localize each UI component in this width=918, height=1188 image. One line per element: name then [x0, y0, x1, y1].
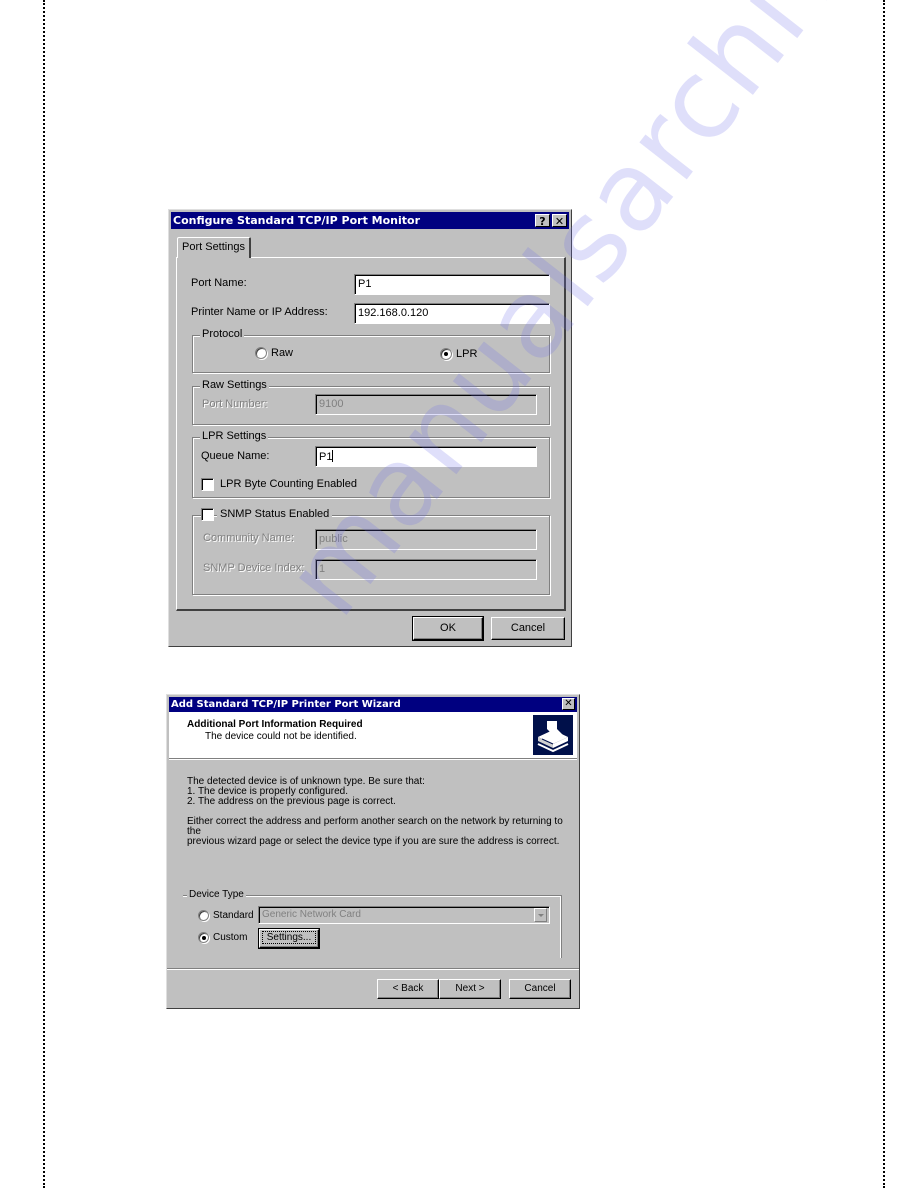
ok-label: OK [440, 622, 456, 634]
tab-port-settings[interactable]: Port Settings [177, 237, 251, 258]
close-icon: ✕ [564, 698, 573, 709]
port-number-value: 9100 [319, 398, 344, 410]
body-line: 2. The address on the previous page is c… [187, 796, 396, 807]
protocol-legend: Protocol [200, 328, 245, 340]
community-name-value: public [319, 533, 348, 545]
configure-port-dialog: Configure Standard TCP/IP Port Monitor ?… [168, 209, 572, 647]
custom-radio-label: Custom [213, 932, 248, 943]
snmp-device-index-value: 1 [319, 563, 326, 575]
snmp-status-checkbox[interactable] [201, 508, 214, 521]
wizard-header-subtitle: The device could not be identified. [205, 731, 357, 742]
help-button[interactable]: ? [535, 214, 550, 228]
chevron-down-icon[interactable] [534, 908, 547, 922]
text-cursor [332, 450, 334, 462]
cancel-label: Cancel [510, 622, 546, 634]
device-type-selected: Generic Network Card [262, 909, 361, 920]
next-button[interactable]: Next > [439, 979, 501, 999]
wizard-cancel-button[interactable]: Cancel [509, 979, 571, 999]
wizard-close-button[interactable]: ✕ [562, 698, 575, 710]
port-number-input[interactable]: 9100 [315, 394, 537, 415]
wizard-header-title: Additional Port Information Required [187, 719, 363, 730]
device-type-group: Device Type [183, 889, 562, 958]
dialog-title-bar: Configure Standard TCP/IP Port Monitor ?… [171, 212, 569, 229]
dialog-title: Configure Standard TCP/IP Port Monitor [173, 214, 421, 227]
body-line: Either correct the address and perform a… [187, 816, 563, 837]
queue-name-label: Queue Name: [201, 450, 270, 462]
add-port-wizard-dialog: Add Standard TCP/IP Printer Port Wizard … [166, 694, 580, 1009]
raw-settings-legend: Raw Settings [200, 379, 269, 391]
lpr-settings-legend: LPR Settings [200, 430, 269, 442]
lpr-radio-label: LPR [456, 348, 478, 360]
standard-radio[interactable] [198, 910, 209, 921]
printer-ip-input[interactable]: 192.168.0.120 [354, 303, 550, 324]
wizard-cancel-label: Cancel [524, 983, 556, 994]
wizard-header: Additional Port Information Required The… [169, 712, 577, 759]
close-button[interactable]: ✕ [552, 214, 567, 228]
port-name-input[interactable]: P1 [354, 274, 550, 295]
community-name-label: Community Name: [203, 532, 295, 544]
protocol-group: Protocol [192, 328, 550, 373]
back-label: < Back [392, 983, 424, 994]
printer-icon [533, 715, 573, 755]
queue-name-value: P1 [319, 451, 333, 463]
standard-radio-label: Standard [213, 910, 254, 921]
wizard-title-bar: Add Standard TCP/IP Printer Port Wizard … [169, 697, 577, 712]
lpr-byte-counting-checkbox[interactable] [201, 478, 214, 491]
device-type-legend: Device Type [187, 889, 246, 900]
ok-button[interactable]: OK [412, 616, 484, 641]
page-margin-right [883, 0, 885, 1188]
queue-name-input[interactable]: P1 [315, 446, 537, 467]
wizard-title: Add Standard TCP/IP Printer Port Wizard [171, 699, 401, 710]
raw-radio[interactable] [255, 347, 267, 359]
help-icon: ? [539, 215, 546, 228]
snmp-device-index-label: SNMP Device Index: [203, 562, 305, 574]
port-name-label: Port Name: [191, 277, 247, 289]
raw-radio-label: Raw [271, 347, 294, 359]
printer-ip-value: 192.168.0.120 [358, 307, 429, 319]
snmp-status-label: SNMP Status Enabled [217, 508, 333, 520]
lpr-byte-counting-label: LPR Byte Counting Enabled [220, 478, 357, 490]
printer-ip-label: Printer Name or IP Address: [191, 306, 328, 318]
snmp-group [192, 515, 550, 595]
community-name-input[interactable]: public [315, 529, 537, 550]
lpr-radio[interactable] [440, 348, 452, 360]
close-icon: ✕ [554, 215, 565, 228]
footer-separator [167, 968, 579, 970]
settings-label: Settings... [261, 931, 317, 944]
custom-radio[interactable] [198, 932, 209, 943]
snmp-device-index-input[interactable]: 1 [315, 559, 537, 580]
port-name-value: P1 [358, 278, 372, 290]
settings-button[interactable]: Settings... [258, 928, 320, 949]
body-line: previous wizard page or select the devic… [187, 836, 560, 847]
wizard-body-text: The detected device is of unknown type. … [187, 777, 579, 847]
next-label: Next > [455, 983, 485, 994]
port-number-label: Port Number: [202, 398, 268, 410]
page-margin-left [43, 0, 45, 1188]
device-type-combo[interactable]: Generic Network Card [258, 906, 550, 924]
cancel-button[interactable]: Cancel [491, 617, 565, 640]
tab-label: Port Settings [182, 241, 245, 253]
back-button[interactable]: < Back [377, 979, 439, 999]
